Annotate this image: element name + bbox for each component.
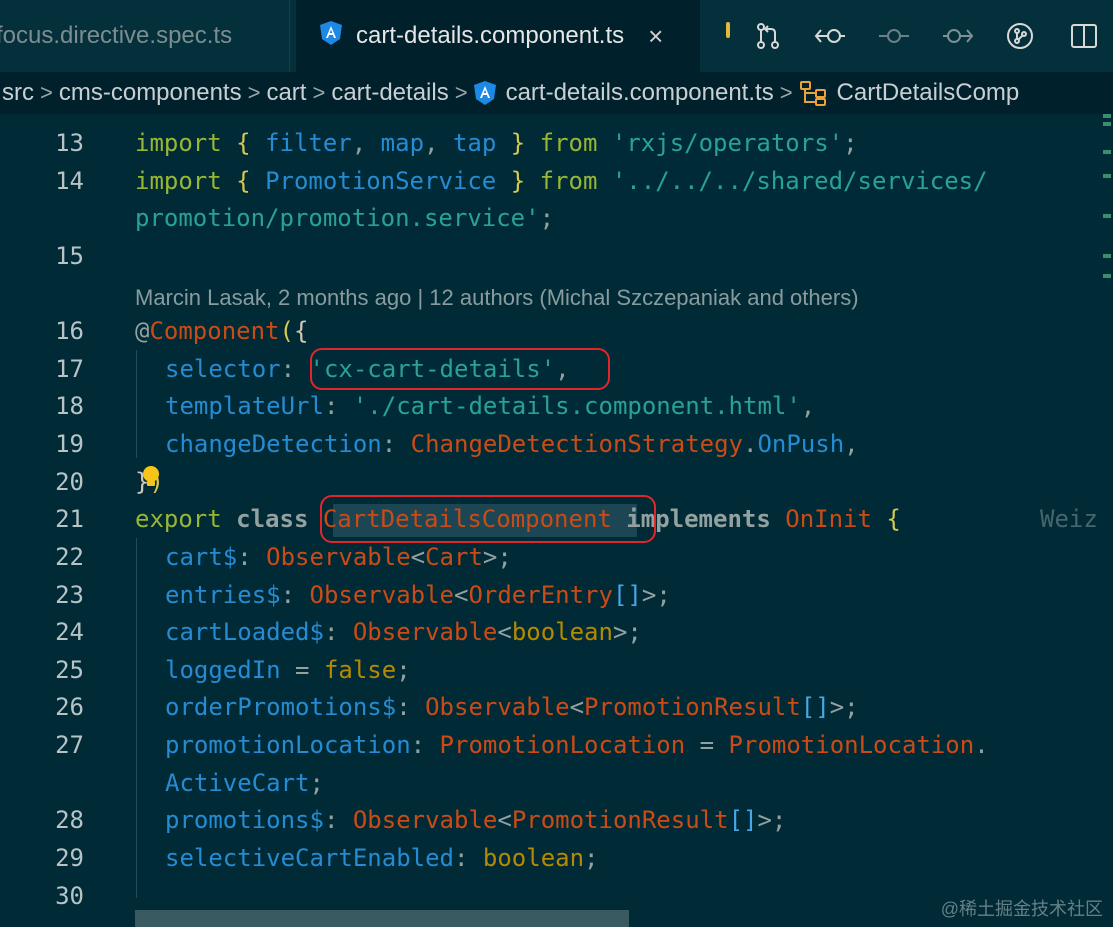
- git-blame-code-lens[interactable]: Marcin Lasak, 2 months ago | 12 authors …: [135, 280, 859, 316]
- code-line-14: import { PromotionService } from '../../…: [135, 167, 988, 195]
- modified-indicator: [726, 22, 730, 38]
- lightbulb-icon[interactable]: [141, 465, 161, 489]
- angular-icon: [320, 20, 342, 52]
- line-number: 16: [55, 317, 84, 345]
- source-control-icon[interactable]: [750, 18, 786, 54]
- line-number: 17: [55, 355, 84, 383]
- breadcrumb-separator: >: [779, 80, 793, 105]
- partial-line-highlight: [135, 910, 629, 927]
- breadcrumb-separator: >: [312, 80, 326, 105]
- line-number: 18: [55, 392, 84, 420]
- code-line-22: cart$: Observable<Cart>;: [165, 543, 512, 571]
- code-line-19: changeDetection: ChangeDetectionStrategy…: [165, 430, 859, 458]
- line-number: 30: [55, 882, 84, 910]
- watermark: @稀土掘金技术社区: [940, 899, 1103, 919]
- commit-icon[interactable]: [876, 18, 912, 54]
- code-editor[interactable]: 13 14 15 16 17 18 19 20 21 22 23 24 25 2…: [0, 114, 1113, 927]
- tab-label: focus.directive.spec.ts: [0, 22, 233, 49]
- code-line-27: promotionLocation: PromotionLocation = P…: [165, 731, 989, 759]
- breadcrumb-separator: >: [454, 80, 468, 105]
- breadcrumb-item-cart[interactable]: cart: [266, 79, 306, 107]
- tab-focus-directive-spec[interactable]: focus.directive.spec.ts: [0, 0, 290, 72]
- code-line-24: cartLoaded$: Observable<boolean>;: [165, 618, 642, 646]
- blame-ghost-text: Weiz: [1040, 505, 1098, 533]
- line-number: 25: [55, 656, 84, 684]
- close-icon[interactable]: ×: [648, 21, 663, 52]
- breadcrumb-item-file[interactable]: cart-details.component.ts: [473, 79, 774, 107]
- editor-tab-bar: focus.directive.spec.ts cart-details.com…: [0, 0, 1113, 72]
- code-line-16: @Component({: [135, 317, 309, 345]
- breadcrumb: src > cms-components > cart > cart-detai…: [0, 72, 1113, 114]
- breadcrumb-item-cart-details[interactable]: cart-details: [331, 79, 448, 107]
- editor-actions: [704, 0, 1113, 72]
- line-number: 23: [55, 581, 84, 609]
- angular-icon: [473, 81, 496, 105]
- breadcrumb-item-symbol[interactable]: CartDetailsComp: [799, 79, 1019, 107]
- line-number: 13: [55, 129, 84, 157]
- tab-label: cart-details.component.ts: [356, 22, 625, 49]
- git-graph-icon[interactable]: [1002, 18, 1038, 54]
- split-editor-icon[interactable]: [1066, 18, 1102, 54]
- line-number: 14: [55, 167, 84, 195]
- class-name-highlight-box: [320, 495, 656, 543]
- code-line-29: selectiveCartEnabled: boolean;: [165, 844, 599, 872]
- line-number: 24: [55, 618, 84, 646]
- breadcrumb-separator: >: [247, 80, 261, 105]
- tab-cart-details-component[interactable]: cart-details.component.ts ×: [296, 0, 700, 72]
- breadcrumb-item-src[interactable]: src: [2, 79, 34, 107]
- line-number: 21: [55, 505, 84, 533]
- line-number: 15: [55, 242, 84, 270]
- overview-ruler[interactable]: [1101, 114, 1113, 294]
- code-line-28: promotions$: Observable<PromotionResult[…: [165, 806, 787, 834]
- code-line-13: import { filter, map, tap } from 'rxjs/o…: [135, 129, 858, 157]
- breadcrumb-separator: >: [40, 80, 53, 105]
- code-line-23: entries$: Observable<OrderEntry[]>;: [165, 581, 671, 609]
- breadcrumb-item-cms-components[interactable]: cms-components: [59, 79, 242, 107]
- line-number: 26: [55, 693, 84, 721]
- go-back-icon[interactable]: [812, 18, 848, 54]
- line-number: 19: [55, 430, 84, 458]
- code-line-18: templateUrl: './cart-details.component.h…: [165, 392, 816, 420]
- selector-highlight-box: [310, 348, 610, 390]
- line-number: 22: [55, 543, 84, 571]
- code-line-26: orderPromotions$: Observable<PromotionRe…: [165, 693, 859, 721]
- line-number: 27: [55, 731, 84, 759]
- code-line-14-wrap: promotion/promotion.service';: [135, 204, 555, 232]
- go-forward-icon[interactable]: [940, 18, 976, 54]
- line-number: 28: [55, 806, 84, 834]
- line-number: 29: [55, 844, 84, 872]
- indent-guide: [136, 350, 137, 458]
- indent-guide: [136, 538, 137, 898]
- symbol-class-icon: [799, 80, 827, 106]
- line-number: 20: [55, 468, 84, 496]
- code-line-27-wrap: ActiveCart;: [165, 769, 324, 797]
- code-line-25: loggedIn = false;: [165, 656, 411, 684]
